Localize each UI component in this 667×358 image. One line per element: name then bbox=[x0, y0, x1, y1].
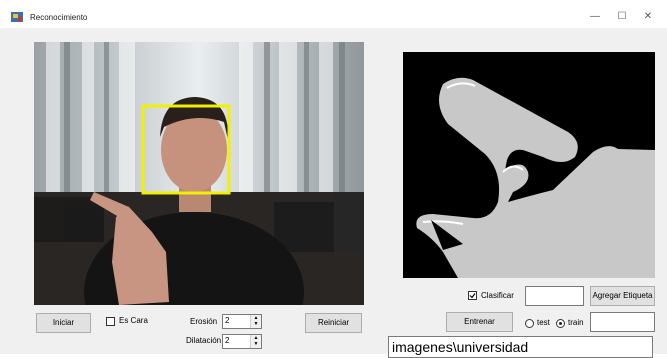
reiniciar-button[interactable]: Reiniciar bbox=[305, 313, 362, 333]
clasificar-checkbox[interactable] bbox=[468, 291, 477, 300]
window-title: Reconocimiento bbox=[30, 13, 88, 22]
path-input[interactable]: imagenes\universidad bbox=[388, 336, 653, 358]
title-bar: Reconocimiento — ☐ ✕ bbox=[0, 0, 667, 28]
camera-feed-image bbox=[34, 42, 364, 305]
app-icon bbox=[11, 12, 23, 22]
clasificar-result-field[interactable] bbox=[525, 286, 584, 306]
app-window: Reconocimiento — ☐ ✕ Iniciar Es Cara Ero… bbox=[0, 0, 667, 358]
clasificar-label: Clasificar bbox=[481, 291, 514, 300]
entrenar-button[interactable]: Entrenar bbox=[446, 312, 513, 332]
train-label: train bbox=[568, 318, 584, 327]
test-label: test bbox=[537, 318, 550, 327]
agregar-etiqueta-button[interactable]: Agregar Etiqueta bbox=[590, 286, 655, 306]
erosion-value: 2 bbox=[225, 316, 230, 325]
spinner-arrows-icon[interactable]: ▲ ▼ bbox=[250, 315, 261, 328]
erosion-spinner[interactable]: 2 ▲ ▼ bbox=[222, 314, 262, 329]
label-input[interactable] bbox=[590, 312, 655, 332]
erosion-label: Erosión bbox=[190, 317, 218, 326]
hand-mask-image bbox=[403, 52, 655, 278]
close-icon[interactable]: ✕ bbox=[633, 8, 663, 26]
test-radio[interactable] bbox=[525, 319, 534, 328]
spinner-arrows-icon[interactable]: ▲ ▼ bbox=[250, 335, 261, 348]
es-cara-label: Es Cara bbox=[119, 316, 148, 325]
iniciar-button[interactable]: Iniciar bbox=[36, 313, 91, 333]
es-cara-checkbox[interactable] bbox=[106, 317, 115, 326]
dilatacion-value: 2 bbox=[225, 336, 230, 345]
minimize-icon[interactable]: — bbox=[580, 8, 610, 26]
train-radio[interactable] bbox=[556, 319, 565, 328]
dilatacion-spinner[interactable]: 2 ▲ ▼ bbox=[222, 334, 262, 349]
checkmark-icon bbox=[469, 293, 476, 299]
dilatacion-label: Dilatación bbox=[186, 336, 222, 345]
